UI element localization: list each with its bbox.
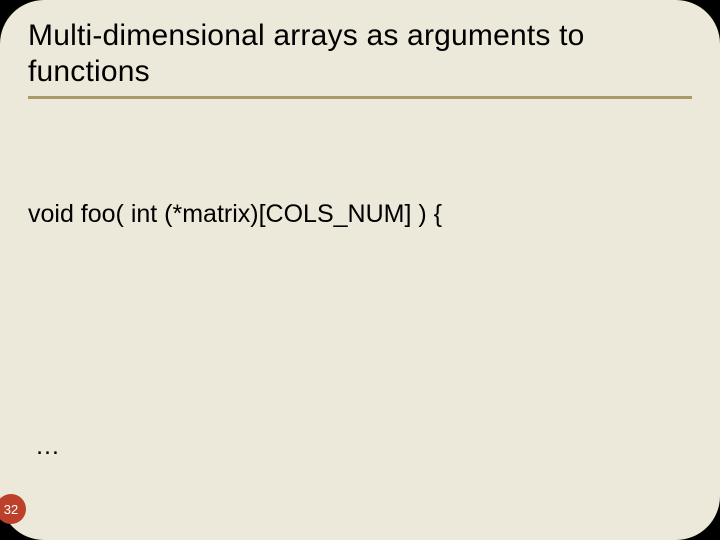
code-line: void foo( int (*matrix)[COLS_NUM] ) { <box>28 195 692 234</box>
code-line: … <box>28 427 692 466</box>
slide-body: void foo( int (*matrix)[COLS_NUM] ) { … … <box>28 117 692 540</box>
slide-title: Multi-dimensional arrays as arguments to… <box>28 18 692 90</box>
slide: Multi-dimensional arrays as arguments to… <box>0 0 720 540</box>
title-underline <box>28 96 692 99</box>
code-line <box>28 311 692 350</box>
page-number-badge: 32 <box>0 494 26 524</box>
